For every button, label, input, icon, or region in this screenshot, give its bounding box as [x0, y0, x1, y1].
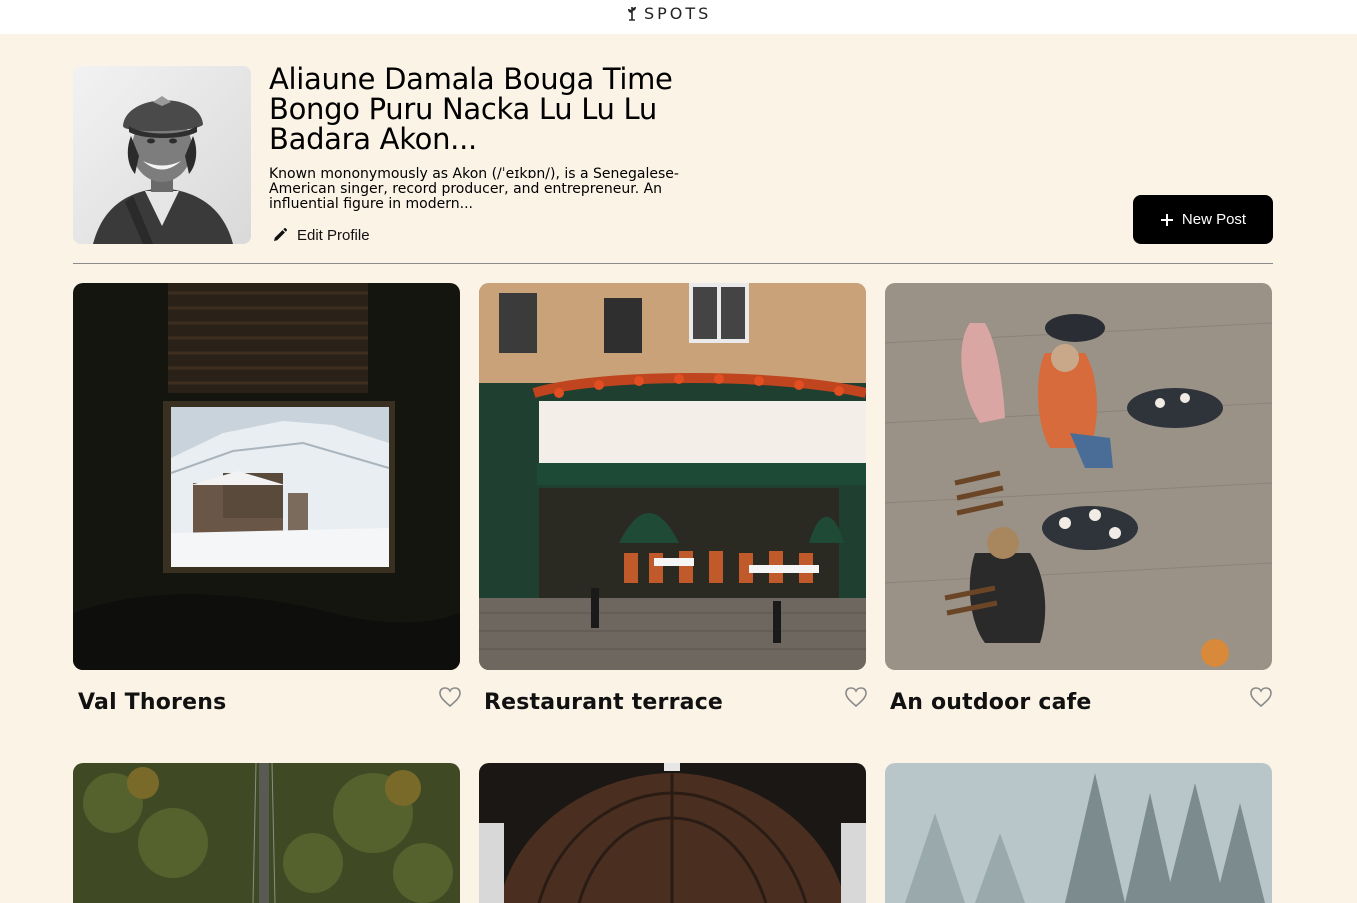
sprout-icon [628, 7, 636, 21]
forest-bridge-image [73, 763, 460, 903]
heart-icon[interactable] [844, 686, 868, 708]
logo[interactable]: SPOTS [626, 3, 711, 23]
window-view-image [73, 283, 460, 670]
restaurant-image [479, 283, 866, 670]
avatar-photo [73, 66, 251, 244]
edit-profile-label: Edit Profile [297, 226, 370, 244]
heart-icon[interactable] [438, 686, 462, 708]
heart-icon[interactable] [1249, 686, 1273, 708]
new-post-button[interactable]: New Post [1133, 195, 1273, 244]
card-title: Val Thorens [78, 690, 227, 715]
edit-profile-button[interactable]: Edit Profile [272, 224, 370, 246]
card-title: An outdoor cafe [890, 690, 1092, 715]
card-image[interactable] [885, 283, 1272, 670]
pencil-icon [274, 228, 287, 241]
top-bar: SPOTS [0, 0, 1357, 34]
profile-avatar [73, 66, 251, 244]
section-divider [73, 263, 1273, 264]
card-image[interactable] [73, 283, 460, 670]
card-image[interactable] [885, 763, 1272, 903]
new-post-label: New Post [1181, 211, 1247, 228]
misty-forest-image [885, 763, 1272, 903]
card-image[interactable] [479, 763, 866, 903]
logo-text: SPOTS [644, 3, 712, 23]
card-title: Restaurant terrace [484, 690, 724, 715]
profile-name: Aliaune Damala Bouga Time Bongo Puru Nac… [269, 62, 673, 156]
profile-bio: Known mononymously as Akon (/ˈeɪkɒn/), i… [269, 166, 679, 212]
card-image[interactable] [479, 283, 866, 670]
station-roof-image [479, 763, 866, 903]
card-image[interactable] [73, 763, 460, 903]
outdoor-cafe-image [885, 283, 1272, 670]
plus-icon [1160, 213, 1173, 226]
